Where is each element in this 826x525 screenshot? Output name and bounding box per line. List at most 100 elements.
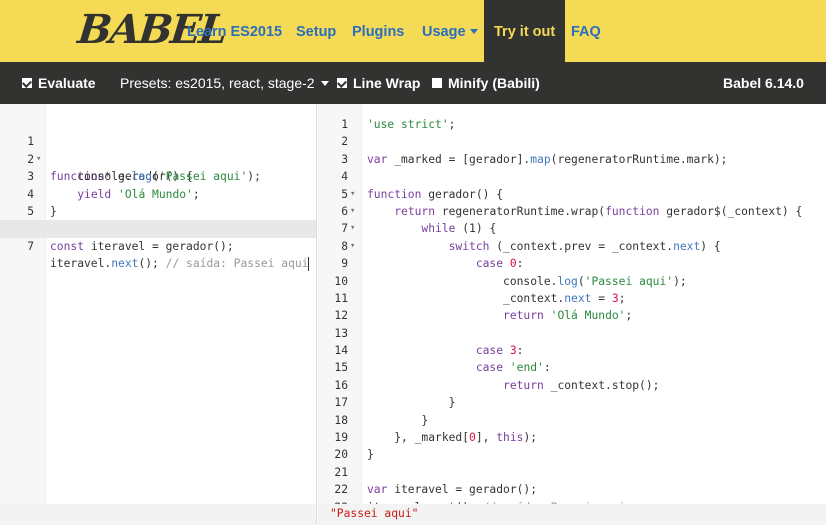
line-number: 7 [27, 239, 34, 253]
code-line: 22 var iteravel = gerador(); [318, 481, 826, 498]
line-number: 8 [341, 239, 348, 253]
code-line: 10 console.log('Passei aqui'); [318, 273, 826, 290]
line-number: 3 [341, 152, 348, 166]
checkbox-checked-icon [22, 77, 32, 88]
line-number: 6 [341, 204, 348, 218]
presets-dropdown[interactable]: Presets: es2015, react, stage-2 [120, 62, 329, 104]
line-wrap-label: Line Wrap [353, 75, 421, 91]
code-line: 3 yield 'Olá Mundo'; [0, 151, 316, 200]
line-number: 9 [341, 257, 348, 271]
evaluate-label: Evaluate [38, 75, 96, 91]
nav-learn-es2015[interactable]: Learn ES2015 [187, 0, 282, 62]
code-line: 14 case 3: [318, 342, 826, 359]
top-navbar: BABEL Learn ES2015 Setup Plugins Usage T… [0, 0, 826, 62]
code-line: 4 } [0, 168, 316, 218]
line-wrap-checkbox[interactable]: Line Wrap [337, 62, 420, 104]
nav-faq[interactable]: FAQ [571, 0, 601, 62]
chevron-down-icon [320, 80, 329, 86]
line-number: 14 [334, 344, 348, 358]
input-footer [0, 504, 317, 525]
chevron-down-icon [469, 28, 478, 34]
code-text: var _marked = [gerador].map(regeneratorR… [367, 152, 728, 166]
code-text: }, _marked[0], this); [367, 431, 538, 445]
code-text: return _context.stop(); [503, 378, 660, 392]
code-text: return regeneratorRuntime.wrap(function … [394, 204, 803, 218]
minify-checkbox[interactable]: Minify (Babili) [432, 62, 540, 104]
checkbox-checked-icon [337, 77, 347, 88]
line-number: 11 [334, 291, 348, 305]
code-line-active: 7 iteravel.next(); // saída: Passei aqui [0, 220, 316, 272]
code-line: 8 ▾ switch (_context.prev = _context.next… [318, 238, 826, 255]
line-number: 21 [334, 465, 348, 479]
presets-label: Presets: es2015, react, stage-2 [120, 75, 315, 91]
nav-plugins[interactable]: Plugins [352, 0, 404, 62]
fold-arrow-icon[interactable]: ▾ [350, 186, 355, 203]
code-line: 19 }, _marked[0], this); [318, 429, 826, 446]
evaluate-checkbox[interactable]: Evaluate [22, 62, 96, 104]
code-line: 5 [0, 186, 316, 218]
code-line: 4 [318, 168, 826, 185]
line-number: 7 [341, 222, 348, 236]
output-editor[interactable]: 1 'use strict'; 2 3 var _marked = [gerador… [318, 104, 826, 504]
minify-label: Minify (Babili) [448, 75, 540, 91]
nav-usage[interactable]: Usage [422, 0, 478, 62]
code-line: 15 case 'end': [318, 359, 826, 376]
line-number: 17 [334, 396, 348, 410]
code-text: _context.next = 3; [367, 291, 626, 305]
input-editor[interactable]: 1 ▾ function* gerador() { 2 console.log(… [0, 104, 317, 504]
line-number: 4 [341, 170, 348, 184]
options-bar: Evaluate Presets: es2015, react, stage-2… [0, 62, 826, 104]
line-number: 2 [341, 135, 348, 149]
line-number: 22 [334, 483, 348, 497]
code-text: while (1) { [421, 222, 497, 236]
code-line: 17 } [318, 394, 826, 411]
line-number: 1 [341, 118, 348, 131]
text-cursor [308, 257, 310, 272]
code-line: 11 _context.next = 3; [318, 290, 826, 307]
code-line: 2 [318, 133, 826, 150]
nav-usage-label: Usage [422, 24, 466, 40]
code-text: case 0: [475, 257, 524, 271]
code-text: iteravel.next(); // saída: Passei aqui [50, 257, 310, 272]
code-text: } [367, 413, 429, 427]
line-number: 20 [334, 448, 348, 462]
code-text: switch (_context.prev = _context.next) { [448, 239, 721, 253]
code-text: console.log('Passei aqui'); [367, 274, 687, 288]
code-line: 18 } [318, 412, 826, 429]
console-output-panel: "Passei aqui" [318, 504, 826, 525]
code-line: 1 'use strict'; [318, 116, 826, 133]
line-number: 5 [341, 187, 348, 201]
fold-arrow-icon[interactable]: ▾ [350, 220, 355, 237]
line-number: 16 [334, 378, 348, 392]
code-line: 9 case 0: [318, 255, 826, 272]
fold-arrow-icon[interactable]: ▾ [350, 203, 355, 220]
code-line: 20} [318, 446, 826, 463]
code-line: 21 [318, 464, 826, 481]
code-text: } [367, 396, 456, 410]
code-line: 3 var _marked = [gerador].map(regenerator… [318, 151, 826, 168]
console-output-text: "Passei aqui" [330, 507, 419, 520]
code-text: return 'Olá Mundo'; [503, 309, 633, 323]
line-number: 10 [334, 274, 348, 288]
code-line: 16 return _context.stop(); [318, 377, 826, 394]
line-number: 18 [334, 413, 348, 427]
code-line: 6 ▾ return regeneratorRuntime.wrap(functi… [318, 203, 826, 220]
line-number: 13 [334, 326, 348, 340]
code-line: 2 console.log('Passei aqui'); [0, 133, 316, 183]
code-line: 6 const iteravel = gerador(); [0, 203, 316, 252]
code-text: case 'end': [475, 361, 551, 375]
nav-setup[interactable]: Setup [296, 0, 336, 62]
nav-try-it-out[interactable]: Try it out [484, 0, 566, 62]
code-text: case 3: [475, 344, 524, 358]
code-text: const iteravel = gerador(); [50, 239, 234, 253]
code-line: 13 [318, 325, 826, 342]
code-text: var iteravel = gerador(); [367, 483, 538, 497]
babel-version: Babel 6.14.0 [723, 75, 804, 91]
checkbox-unchecked-icon [432, 77, 442, 88]
code-line: 12 return 'Olá Mundo'; [318, 307, 826, 324]
code-line: 7 ▾ while (1) { [318, 220, 826, 237]
code-text: 'use strict'; [367, 118, 456, 131]
line-number: 12 [334, 309, 348, 323]
code-line: 1 ▾ function* gerador() { [0, 116, 316, 183]
fold-arrow-icon[interactable]: ▾ [350, 238, 355, 255]
